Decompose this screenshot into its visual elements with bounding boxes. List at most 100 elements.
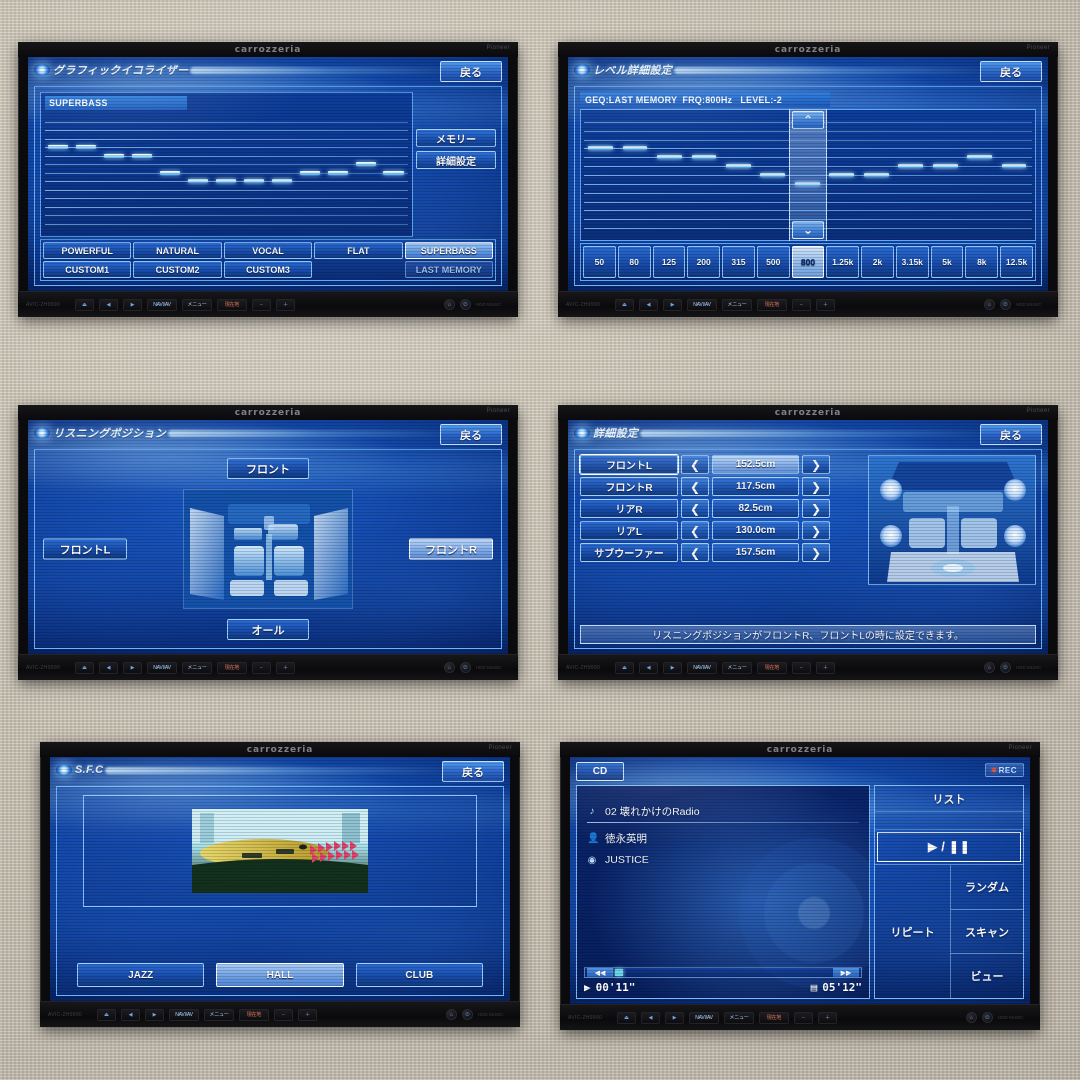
speaker-select-button[interactable]: リアR	[580, 499, 678, 518]
navi-av-button[interactable]: NAVI/AV	[169, 1008, 199, 1021]
eq-preset-button[interactable]: FLAT	[314, 242, 403, 259]
decrement-button[interactable]: ❮	[681, 543, 709, 562]
eq-band-handle[interactable]	[760, 173, 786, 177]
speaker-select-button[interactable]: リアL	[580, 521, 678, 540]
eq-band-handle[interactable]	[215, 179, 236, 183]
next-track-button[interactable]: ▶	[145, 1008, 164, 1021]
lock-button[interactable]: ⌂	[966, 1012, 977, 1023]
eq-preset-button[interactable]: VOCAL	[223, 242, 313, 259]
current-location-button[interactable]: 現在地	[759, 1011, 789, 1024]
decrement-button[interactable]: ❮	[681, 477, 709, 496]
prev-track-button[interactable]: ◀	[121, 1008, 140, 1021]
eq-preset-button[interactable]: CUSTOM1	[43, 261, 132, 278]
eq-band-handle[interactable]	[299, 170, 320, 175]
volume-down-button[interactable]: −	[794, 1011, 813, 1024]
frequency-band-button[interactable]: 80	[617, 246, 651, 278]
volume-down-button[interactable]: −	[252, 298, 271, 311]
eq-band-handle[interactable]	[1001, 164, 1027, 169]
eject-button[interactable]: ⏏	[97, 1008, 116, 1021]
eq-band-handle[interactable]	[691, 155, 717, 160]
speaker-select-button[interactable]: フロントR	[580, 477, 678, 496]
eq-band-handle[interactable]	[104, 153, 125, 158]
open-close-button[interactable]: ⏻	[460, 662, 471, 673]
eq-band-handle[interactable]	[725, 164, 751, 169]
eq-band-handle[interactable]	[622, 146, 648, 151]
view-button[interactable]: ビュー	[951, 954, 1023, 998]
eq-band-handle[interactable]	[967, 155, 992, 160]
menu-button[interactable]: メニュー	[722, 661, 752, 674]
back-button[interactable]: 戻る	[442, 761, 504, 782]
eject-button[interactable]: ⏏	[75, 298, 94, 311]
eq-band-handle[interactable]	[657, 155, 682, 160]
position-all-button[interactable]: オール	[227, 619, 309, 640]
prev-track-button[interactable]: ◀	[639, 661, 658, 674]
eq-band-handle[interactable]	[355, 162, 376, 166]
eq-band-handle[interactable]	[932, 164, 958, 169]
eq-preset-button[interactable]: SUPERBASS	[404, 242, 493, 259]
open-close-button[interactable]: ⏻	[460, 299, 471, 310]
current-location-button[interactable]: 現在地	[757, 298, 787, 311]
current-location-button[interactable]: 現在地	[757, 661, 787, 674]
navi-av-button[interactable]: NAVI/AV	[687, 661, 717, 674]
speaker-select-button[interactable]: サブウーファー	[580, 543, 678, 562]
back-button[interactable]: 戻る	[980, 424, 1042, 445]
current-location-button[interactable]: 現在地	[239, 1008, 269, 1021]
frequency-band-button[interactable]: 200	[687, 246, 721, 278]
increment-button[interactable]: ❯	[802, 455, 830, 474]
position-front-r-button[interactable]: フロントR	[409, 538, 493, 560]
equalizer-graph-container[interactable]: SUPERBASS	[40, 92, 413, 237]
frequency-band-button[interactable]: 500	[756, 246, 790, 278]
menu-button[interactable]: メニュー	[724, 1011, 754, 1024]
volume-up-button[interactable]: ＋	[276, 661, 295, 674]
frequency-band-button[interactable]: 315	[722, 246, 755, 278]
level-up-button[interactable]: ⌃	[792, 111, 824, 129]
seek-thumb[interactable]	[615, 969, 623, 976]
volume-up-button[interactable]: ＋	[816, 661, 835, 674]
current-location-button[interactable]: 現在地	[217, 298, 247, 311]
seek-bar[interactable]: ◀◀ ▶▶	[584, 967, 862, 978]
frequency-band-button[interactable]: 50	[583, 246, 616, 278]
position-front-button[interactable]: フロント	[227, 458, 309, 479]
lock-button[interactable]: ⌂	[984, 299, 995, 310]
back-button[interactable]: 戻る	[980, 61, 1042, 82]
open-close-button[interactable]: ⏻	[1000, 662, 1011, 673]
eject-button[interactable]: ⏏	[617, 1011, 636, 1024]
volume-down-button[interactable]: −	[792, 661, 811, 674]
frequency-band-button[interactable]: 5k	[930, 246, 964, 278]
increment-button[interactable]: ❯	[802, 521, 830, 540]
volume-up-button[interactable]: ＋	[298, 1008, 317, 1021]
prev-track-button[interactable]: ◀	[99, 298, 118, 311]
eq-band-handle[interactable]	[48, 145, 69, 149]
eq-preset-button[interactable]: CUSTOM3	[223, 261, 313, 278]
sfc-mode-button[interactable]: JAZZ	[77, 963, 205, 987]
level-slider-column[interactable]: ⌃ ⌄	[789, 109, 827, 241]
position-front-l-button[interactable]: フロントL	[43, 538, 127, 560]
menu-button[interactable]: メニュー	[722, 298, 752, 311]
eq-band-handle[interactable]	[588, 146, 613, 151]
menu-button[interactable]: メニュー	[182, 298, 212, 311]
eq-band-handle[interactable]	[898, 164, 924, 169]
repeat-button[interactable]: リピート	[875, 865, 951, 998]
frequency-band-button[interactable]: 3.15k	[895, 246, 929, 278]
eq-preset-button[interactable]: POWERFUL	[43, 242, 132, 259]
eject-button[interactable]: ⏏	[75, 661, 94, 674]
back-button[interactable]: 戻る	[440, 61, 502, 82]
menu-button[interactable]: メニュー	[182, 661, 212, 674]
eq-band-handle[interactable]	[76, 145, 97, 149]
eq-band-handle[interactable]	[271, 179, 292, 183]
menu-button[interactable]: メニュー	[204, 1008, 234, 1021]
frequency-band-button[interactable]: 2k	[861, 246, 894, 278]
decrement-button[interactable]: ❮	[681, 521, 709, 540]
next-track-button[interactable]: ▶	[663, 298, 682, 311]
lock-button[interactable]: ⌂	[444, 299, 455, 310]
back-button[interactable]: 戻る	[440, 424, 502, 445]
equalizer-graph[interactable]	[45, 113, 408, 232]
open-close-button[interactable]: ⏻	[1000, 299, 1011, 310]
navi-av-button[interactable]: NAVI/AV	[689, 1011, 719, 1024]
lock-button[interactable]: ⌂	[984, 662, 995, 673]
eq-band-handle[interactable]	[132, 153, 153, 158]
eq-band-handle[interactable]	[327, 170, 348, 175]
source-cd-button[interactable]: CD	[576, 762, 624, 781]
decrement-button[interactable]: ❮	[681, 455, 709, 474]
next-track-button[interactable]: ▶	[123, 298, 142, 311]
